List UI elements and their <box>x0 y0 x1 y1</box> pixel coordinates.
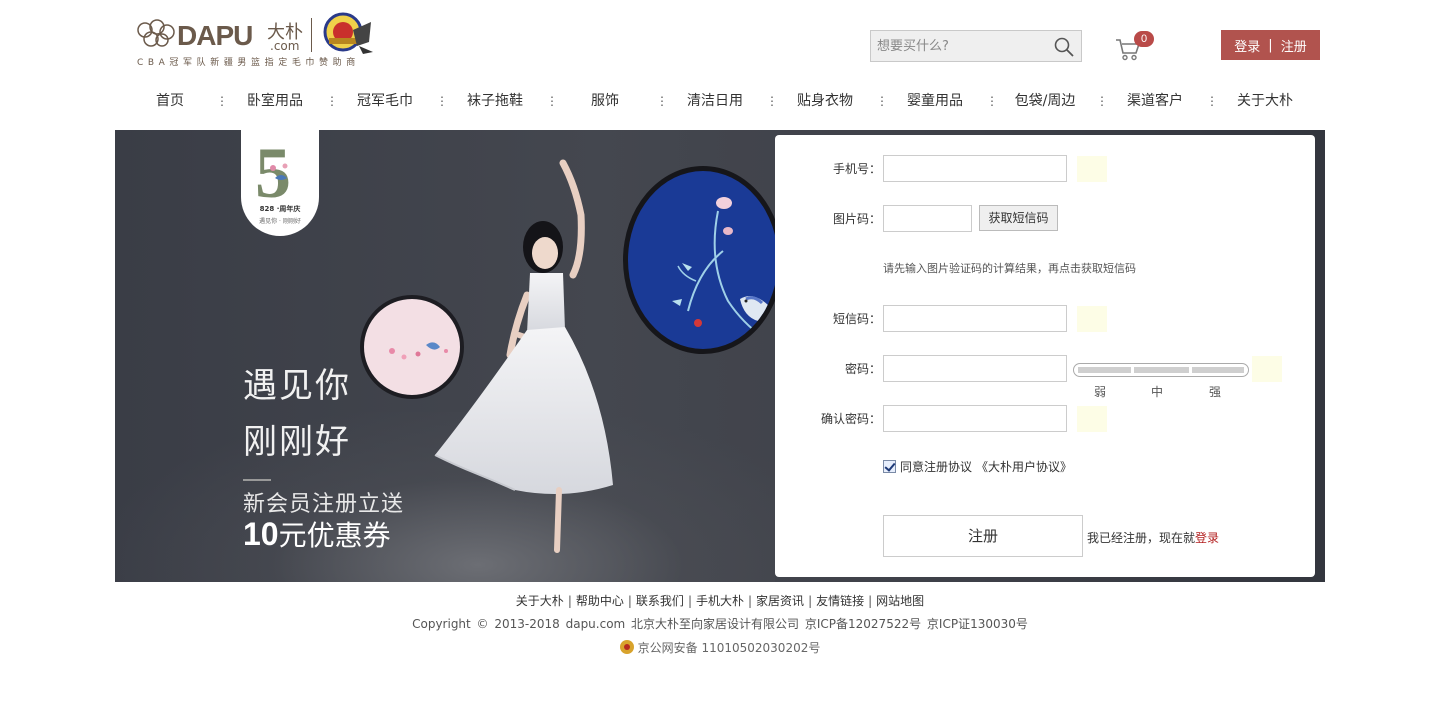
register-button[interactable]: 注册 <box>1281 36 1307 55</box>
brand-tagline: CBA冠军队新疆男篮指定毛巾赞助商 <box>137 58 360 68</box>
coupon-amount: 10 <box>243 516 279 552</box>
police-record-text[interactable]: 京公网安备 11010502030202号 <box>638 641 821 655</box>
cba-emblem-icon <box>323 12 373 54</box>
sms-code-label: 短信码： <box>832 312 881 326</box>
brand-name: DAPU <box>177 20 253 51</box>
cart-count-badge: 0 <box>1134 31 1154 47</box>
bird-flower-icon <box>270 163 288 180</box>
footer-links: 关于大朴 | 帮助中心 | 联系我们 | 手机大朴 | 家居资讯 | 友情链接 | 网站地图 <box>515 594 925 608</box>
anniversary-subcaption: 遇见你 · 刚刚好 <box>259 218 301 225</box>
get-sms-code-button[interactable]: 获取短信码 <box>979 205 1058 231</box>
strength-segment-weak <box>1078 367 1131 373</box>
auth-divider: | <box>1268 37 1273 53</box>
captcha-input[interactable] <box>883 205 972 232</box>
nav-item-home[interactable]: 首页 <box>115 86 225 116</box>
phone-hint <box>1077 156 1107 182</box>
login-prompt: 我已经注册，现在就登录 <box>1087 529 1219 546</box>
footer-link-help[interactable]: 帮助中心 <box>576 594 624 608</box>
cotton-flower-icon <box>137 19 175 47</box>
confirm-password-input[interactable] <box>883 405 1067 432</box>
police-record: 京公网安备 11010502030202号 <box>0 639 1440 656</box>
sms-code-hint <box>1077 306 1107 332</box>
strength-segment-medium <box>1134 367 1189 373</box>
brand-domain: .com <box>270 39 300 53</box>
footer-link-sitemap[interactable]: 网站地图 <box>876 594 924 608</box>
footer-link-contact[interactable]: 联系我们 <box>636 594 684 608</box>
captcha-label: 图片码： <box>832 212 881 226</box>
strength-label-medium: 中 <box>1151 385 1164 399</box>
agree-text: 同意注册协议 <box>900 460 973 474</box>
phone-label: 手机号： <box>832 162 881 176</box>
login-button[interactable]: 登录 <box>1234 36 1260 55</box>
police-badge-icon <box>619 640 634 654</box>
nav-item-underwear[interactable]: 贴身衣物 <box>770 86 880 116</box>
agreement-row: 同意注册协议 《大朴用户协议》 <box>883 458 1072 475</box>
login-link[interactable]: 登录 <box>1195 531 1219 545</box>
site-logo[interactable]: DAPU 大朴 .com CBA冠军队新疆男篮指定毛巾赞助商 <box>135 12 380 70</box>
nav-item-cleaning[interactable]: 清洁日用 <box>660 86 770 116</box>
anniversary-caption: 828 ·周年庆 <box>259 205 301 213</box>
search-icon[interactable] <box>1053 36 1075 58</box>
strength-label-weak: 弱 <box>1094 385 1107 399</box>
password-input[interactable] <box>883 355 1067 382</box>
nav-item-bedroom[interactable]: 卧室用品 <box>220 86 330 116</box>
password-strength-meter <box>1073 363 1249 377</box>
nav-item-apparel[interactable]: 服饰 <box>550 86 660 116</box>
anniversary-badge: 5 828 ·周年庆 遇见你 · 刚刚好 <box>241 130 319 236</box>
copyright-text: Copyright © 2013-2018 dapu.com 北京大朴至向家居设… <box>412 617 1028 631</box>
dancer-photo <box>434 159 613 553</box>
password-label: 密码： <box>844 362 881 376</box>
slogan-divider <box>243 479 271 481</box>
search-input[interactable] <box>871 31 1047 61</box>
agree-checkbox[interactable] <box>883 460 896 473</box>
phone-input[interactable] <box>883 155 1067 182</box>
nav-item-towels[interactable]: 冠军毛巾 <box>330 86 440 116</box>
password-hint <box>1252 356 1282 382</box>
agreement-link[interactable]: 《大朴用户协议》 <box>976 458 1072 475</box>
confirm-password-hint <box>1077 406 1107 432</box>
nav-item-channel[interactable]: 渠道客户 <box>1100 86 1210 116</box>
footer-link-friends[interactable]: 友情链接 <box>816 594 864 608</box>
sms-tip: 请先输入图片验证码的计算结果，再点击获取短信码 <box>883 262 1136 275</box>
footer-link-about[interactable]: 关于大朴 <box>516 594 564 608</box>
footer-link-news[interactable]: 家居资讯 <box>756 594 804 608</box>
footer-link-mobile[interactable]: 手机大朴 <box>696 594 744 608</box>
confirm-password-label: 确认密码： <box>820 412 881 426</box>
have-account-text: 我已经注册，现在就 <box>1087 531 1196 545</box>
nav-item-about[interactable]: 关于大朴 <box>1210 86 1320 116</box>
logo-divider <box>311 18 312 52</box>
register-form: 手机号： 图片码： 获取短信码 请先输入图片验证码的计算结果，再点击获取短信码 … <box>775 135 1315 577</box>
search-box <box>870 30 1082 62</box>
banner-slogan-line1: 遇见你 <box>243 366 351 406</box>
strength-segment-strong <box>1192 367 1244 373</box>
nav-item-baby[interactable]: 婴童用品 <box>880 86 990 116</box>
coupon-text: 元优惠券 <box>278 519 391 552</box>
main-nav: 首页 ⋮ 卧室用品 ⋮ 冠军毛巾 ⋮ 袜子拖鞋 ⋮ 服饰 ⋮ 清洁日用 ⋮ 贴身… <box>115 86 1325 116</box>
banner-slogan-line2: 刚刚好 <box>243 422 351 462</box>
strength-label-strong: 强 <box>1209 385 1222 399</box>
sms-code-input[interactable] <box>883 305 1067 332</box>
banner-coupon: 10元优惠券 <box>243 514 391 554</box>
auth-buttons: 登录 | 注册 <box>1221 30 1320 60</box>
nav-item-bags[interactable]: 包袋/周边 <box>990 86 1100 116</box>
register-submit-button[interactable]: 注册 <box>883 515 1083 557</box>
nav-item-socks[interactable]: 袜子拖鞋 <box>440 86 550 116</box>
